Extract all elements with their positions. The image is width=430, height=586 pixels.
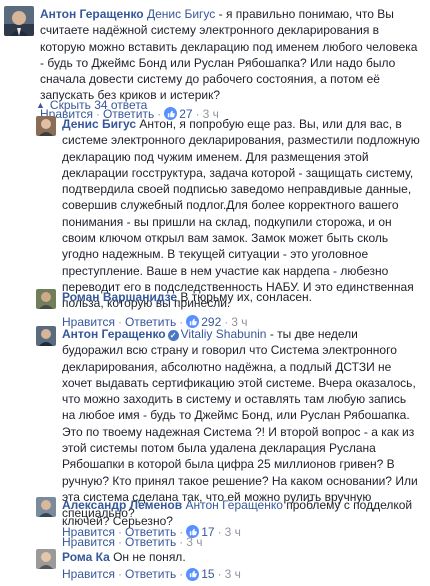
avatar[interactable]: [36, 549, 56, 569]
reply-link[interactable]: Ответить: [125, 567, 176, 581]
reply-message: Антон, я попробую еще раз. Вы, или для в…: [62, 117, 420, 311]
reply: Александр Леменов Антон Геращенко пробле…: [36, 497, 422, 530]
like-link[interactable]: Нравится: [62, 567, 115, 581]
reply-text: Александр Леменов Антон Геращенко пробле…: [62, 497, 422, 530]
avatar[interactable]: [36, 116, 56, 136]
reply-body: Роман Варшанидзе В тюрьму их, сонласен.: [62, 289, 422, 309]
verified-badge-icon: ✓: [167, 330, 179, 341]
reply-message: В тюрьму их, сонласен.: [177, 290, 313, 304]
hide-replies-toggle[interactable]: ▲ Скрыть 34 ответа: [36, 98, 147, 112]
reply-author[interactable]: Рома Ка: [62, 550, 110, 564]
reply-actions: Нравится · Ответить · 3 ч: [62, 535, 203, 549]
separator-dot: ·: [117, 567, 122, 582]
reply-message: - ты две недели будоражил всю страну и г…: [62, 327, 418, 521]
reply-message: Он не понял.: [109, 550, 186, 564]
reply-time[interactable]: 3 ч: [186, 535, 202, 549]
like-icon: [186, 567, 200, 581]
reply-body: Рома Ка Он не понял. Нравится · Ответить…: [62, 549, 422, 581]
reply-author[interactable]: Александр Леменов: [62, 498, 182, 512]
reply-text: Антон Геращенко ✓ Vitaliy Shabunin - ты дв…: [62, 326, 422, 522]
reply-body: Александр Леменов Антон Геращенко пробле…: [62, 497, 422, 530]
comment-author[interactable]: Антон Геращенко: [40, 7, 144, 21]
avatar-photo-icon: [36, 326, 56, 346]
hide-replies-label: Скрыть 34 ответа: [49, 98, 148, 112]
separator-dot: ·: [217, 567, 222, 582]
comment-mention[interactable]: Денис Бигус: [147, 7, 215, 21]
reply-actions: Нравится · Ответить · 15 · 3 ч: [62, 567, 422, 581]
reply-author[interactable]: Антон Геращенко: [62, 327, 166, 341]
collapse-arrow-icon: ▲: [36, 100, 45, 110]
comment-text: Антон Геращенко Денис Бигус - я правильн…: [40, 6, 424, 104]
avatar[interactable]: [36, 497, 56, 517]
reaction-count[interactable]: 15: [186, 567, 215, 582]
avatar-photo-icon: [36, 549, 56, 569]
reply-text: Роман Варшанидзе В тюрьму их, сонласен.: [62, 289, 422, 305]
reply-author[interactable]: Роман Варшанидзе: [62, 290, 177, 304]
reply-text: Рома Ка Он не понял.: [62, 549, 422, 565]
avatar-photo-icon: [36, 497, 56, 517]
avatar-photo-icon: [4, 6, 34, 36]
separator-dot: ·: [179, 567, 184, 582]
reply-author[interactable]: Денис Бигус: [62, 117, 136, 131]
avatar[interactable]: [4, 6, 34, 36]
separator-dot: ·: [117, 535, 122, 549]
reply: Рома Ка Он не понял. Нравится · Ответить…: [36, 549, 422, 581]
like-link[interactable]: Нравится: [62, 535, 115, 549]
reply-text: Денис Бигус Антон, я попробую еще раз. В…: [62, 116, 422, 312]
avatar[interactable]: [36, 326, 56, 346]
avatar-photo-icon: [36, 116, 56, 136]
avatar-photo-icon: [36, 289, 56, 309]
reply-mention[interactable]: Антон Геращенко: [185, 498, 282, 512]
reply: Роман Варшанидзе В тюрьму их, сонласен.: [36, 289, 422, 309]
reaction-number: 15: [201, 567, 215, 582]
reply-link[interactable]: Ответить: [125, 535, 176, 549]
comment-message: - я правильно понимаю, что Вы считаете н…: [40, 7, 418, 103]
avatar[interactable]: [36, 289, 56, 309]
reply-time[interactable]: 3 ч: [225, 567, 241, 581]
separator-dot: ·: [179, 535, 184, 549]
reply-mention[interactable]: Vitaliy Shabunin: [181, 327, 267, 341]
